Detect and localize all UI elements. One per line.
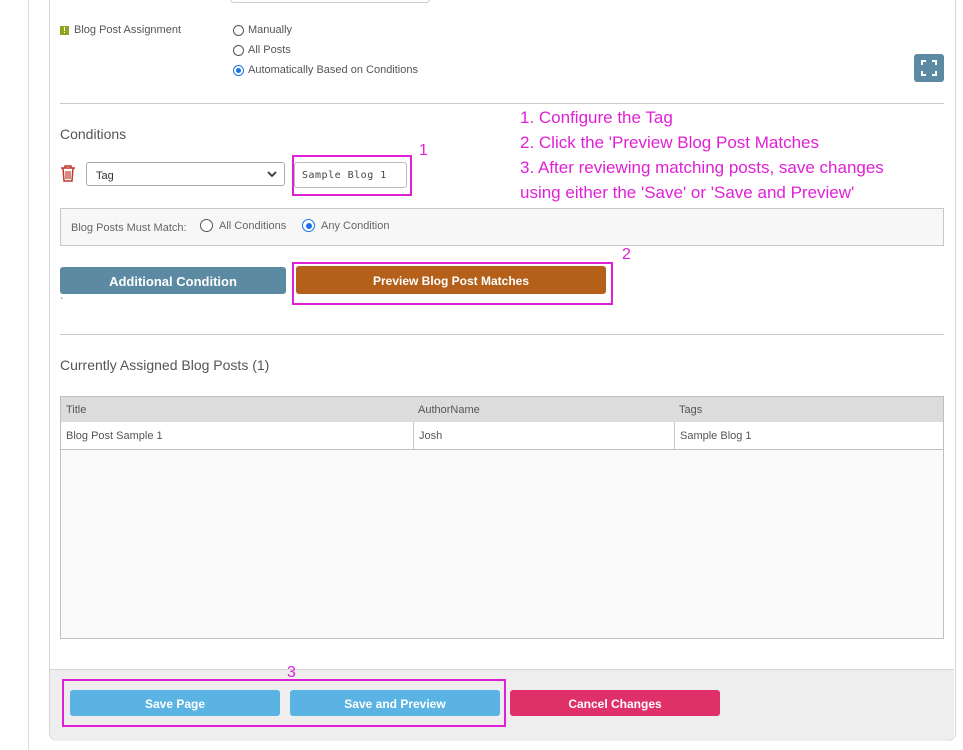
divider [60, 103, 944, 104]
instruction-line: 2. Click the 'Preview Blog Post Matches [520, 133, 819, 152]
assigned-posts-table: Title AuthorName Tags Blog Post Sample 1… [60, 396, 944, 639]
highlight-box-1 [292, 155, 412, 196]
divider [60, 334, 944, 335]
cell-author: Josh [413, 422, 674, 449]
radio-all-conditions[interactable]: All Conditions [200, 219, 286, 232]
radio-manually-label: Manually [248, 24, 293, 36]
radio-circle[interactable] [233, 24, 244, 36]
condition-field-select[interactable]: Tag [86, 162, 285, 186]
column-header-author[interactable]: AuthorName [413, 397, 674, 422]
cancel-changes-button[interactable]: Cancel Changes [510, 690, 720, 716]
chevron-down-icon [267, 171, 277, 178]
trash-icon[interactable] [60, 165, 76, 182]
highlight-box-2 [292, 262, 613, 305]
radio-automatic[interactable]: Automatically Based on Conditions [233, 64, 418, 76]
radio-circle-selected[interactable] [233, 64, 244, 76]
previous-field-input[interactable] [230, 0, 430, 3]
assigned-posts-title: Currently Assigned Blog Posts (1) [60, 357, 270, 373]
column-header-title[interactable]: Title [61, 397, 413, 422]
marker-1: 1 [419, 142, 428, 159]
table-row[interactable]: Blog Post Sample 1 Josh Sample Blog 1 [61, 422, 943, 450]
radio-circle[interactable] [233, 44, 244, 56]
marker-2: 2 [622, 246, 631, 263]
radio-circle[interactable] [200, 219, 213, 232]
radio-all-posts-label: All Posts [248, 44, 291, 56]
highlight-box-3 [62, 679, 506, 727]
radio-all-posts[interactable]: All Posts [233, 44, 291, 56]
radio-automatic-label: Automatically Based on Conditions [248, 64, 418, 76]
expand-button[interactable] [914, 54, 944, 82]
tick-mark: ` [60, 297, 64, 308]
conditions-title: Conditions [60, 126, 127, 142]
info-icon[interactable]: ! [60, 25, 69, 35]
table-header: Title AuthorName Tags [61, 397, 943, 423]
match-label: Blog Posts Must Match: [71, 222, 187, 234]
radio-manually[interactable]: Manually [233, 24, 292, 36]
radio-any-condition[interactable]: Any Condition [302, 219, 390, 232]
column-header-tags[interactable]: Tags [674, 397, 943, 422]
condition-field-value: Tag [96, 170, 114, 182]
radio-all-conditions-label: All Conditions [219, 219, 287, 232]
left-border-line [28, 0, 29, 750]
cell-title: Blog Post Sample 1 [66, 429, 163, 442]
additional-condition-button[interactable]: Additional Condition [60, 267, 286, 294]
match-options-box: Blog Posts Must Match: All Conditions An… [60, 208, 944, 246]
expand-icon [921, 60, 937, 76]
instruction-line: 3. After reviewing matching posts, save … [520, 158, 884, 177]
marker-3: 3 [287, 664, 296, 681]
radio-any-condition-label: Any Condition [321, 219, 390, 232]
instructions-text: 1. Configure the Tag 2. Click the 'Previ… [520, 105, 884, 205]
assignment-label-text: Blog Post Assignment [74, 24, 182, 36]
radio-circle-selected[interactable] [302, 219, 315, 232]
assignment-label: ! Blog Post Assignment [60, 24, 181, 36]
cell-tags: Sample Blog 1 [674, 422, 943, 449]
instruction-line: 1. Configure the Tag [520, 108, 673, 127]
instruction-line: using either the 'Save' or 'Save and Pre… [520, 183, 855, 202]
